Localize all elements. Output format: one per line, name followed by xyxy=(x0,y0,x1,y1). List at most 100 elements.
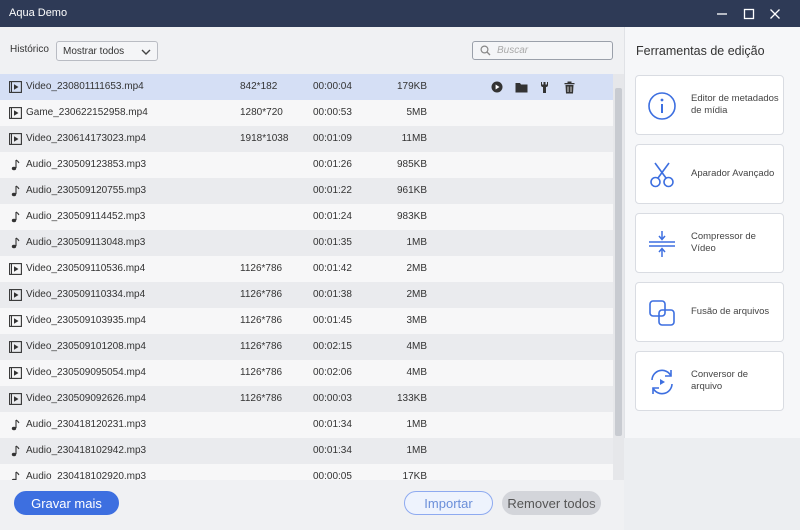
file-duration: 00:00:05 xyxy=(313,471,352,480)
file-resolution: 1126*786 xyxy=(240,341,283,352)
file-duration: 00:01:26 xyxy=(313,159,352,170)
file-list-scrollbar[interactable] xyxy=(613,74,624,480)
file-name: Video_230509101208.mp4 xyxy=(26,341,146,352)
folder-icon[interactable] xyxy=(514,80,528,94)
tools-panel-title: Ferramentas de edição xyxy=(636,44,765,58)
file-name: Video_230509092626.mp4 xyxy=(26,393,146,404)
import-button[interactable]: Importar xyxy=(404,491,493,515)
audio-file-icon xyxy=(9,419,22,431)
video-file-icon xyxy=(9,133,22,145)
file-duration: 00:00:53 xyxy=(313,107,352,118)
file-row[interactable]: Audio_230509114452.mp3 00:01:24 983KB xyxy=(0,204,613,230)
history-filter-value: Mostrar todos xyxy=(63,46,125,57)
file-size: 4MB xyxy=(406,341,427,352)
close-icon[interactable] xyxy=(765,4,785,24)
file-row[interactable]: Game_230622152958.mp4 1280*720 00:00:53 5MB xyxy=(0,100,613,126)
tool-video-compressor[interactable]: Compressor de Vídeo xyxy=(635,213,784,273)
file-row[interactable]: Audio_230509123853.mp3 00:01:26 985KB xyxy=(0,152,613,178)
audio-file-icon xyxy=(9,471,22,480)
file-size: 11MB xyxy=(401,133,427,144)
file-row[interactable]: Audio_230509120755.mp3 00:01:22 961KB xyxy=(0,178,613,204)
file-row[interactable]: Audio_230418120231.mp3 00:01:34 1MB xyxy=(0,412,613,438)
file-row[interactable]: Video_230509103935.mp4 1126*786 00:01:45 3M… xyxy=(0,308,613,334)
file-row[interactable]: Audio_230418102942.mp3 00:01:34 1MB xyxy=(0,438,613,464)
file-duration: 00:01:35 xyxy=(313,237,352,248)
file-row[interactable]: Video_230509092626.mp4 1126*786 00:00:03 13… xyxy=(0,386,613,412)
trash-icon[interactable] xyxy=(562,80,576,94)
video-file-icon xyxy=(9,341,22,353)
video-file-icon xyxy=(9,367,22,379)
video-file-icon xyxy=(9,289,22,301)
file-size: 1MB xyxy=(406,237,427,248)
file-row[interactable]: Video_230509095054.mp4 1126*786 00:02:06 4M… xyxy=(0,360,613,386)
file-name: Audio_230509120755.mp3 xyxy=(26,185,147,196)
file-resolution: 842*182 xyxy=(240,81,278,92)
tool-label: Compressor de Vídeo xyxy=(691,231,756,254)
file-duration: 00:01:24 xyxy=(313,211,352,222)
video-file-icon xyxy=(9,107,22,119)
info-icon xyxy=(647,91,677,121)
file-row[interactable]: Video_230509101208.mp4 1126*786 00:02:15 4M… xyxy=(0,334,613,360)
file-row[interactable]: Audio_230509113048.mp3 00:01:35 1MB xyxy=(0,230,613,256)
play-icon[interactable] xyxy=(490,80,504,94)
file-resolution: 1126*786 xyxy=(240,289,283,300)
file-duration: 00:00:03 xyxy=(313,393,352,404)
bottom-bar: Gravar mais Importar Remover todos xyxy=(0,480,624,530)
file-resolution: 1126*786 xyxy=(240,263,283,274)
file-resolution: 1126*786 xyxy=(240,367,283,378)
file-duration: 00:00:04 xyxy=(313,81,352,92)
video-file-icon xyxy=(9,81,22,93)
file-size: 983KB xyxy=(396,211,427,222)
file-row[interactable]: Video_230801111653.mp4 842*182 00:00:04 179… xyxy=(0,74,613,100)
record-more-button[interactable]: Gravar mais xyxy=(14,491,119,515)
audio-file-icon xyxy=(9,159,22,171)
minimize-icon[interactable] xyxy=(712,4,732,24)
search-input[interactable] xyxy=(497,43,607,58)
history-label: Histórico xyxy=(10,44,49,55)
wrench-icon[interactable] xyxy=(538,80,552,94)
maximize-icon[interactable] xyxy=(739,4,759,24)
file-duration: 00:01:34 xyxy=(313,445,352,456)
video-file-icon xyxy=(9,393,22,405)
file-name: Video_230509110536.mp4 xyxy=(26,263,146,274)
file-name: Video_230509103935.mp4 xyxy=(26,315,146,326)
compress-icon xyxy=(647,229,677,259)
video-file-icon xyxy=(9,263,22,275)
history-filter-select[interactable]: Mostrar todos xyxy=(56,41,158,61)
file-row[interactable]: Audio_230418102920.mp3 00:00:05 17KB xyxy=(0,464,613,480)
audio-file-icon xyxy=(9,185,22,197)
file-duration: 00:01:42 xyxy=(313,263,352,274)
file-duration: 00:01:45 xyxy=(313,315,352,326)
file-resolution: 1126*786 xyxy=(240,393,283,404)
file-row[interactable]: Video_230509110536.mp4 1126*786 00:01:42 2M… xyxy=(0,256,613,282)
row-actions xyxy=(490,80,576,94)
file-duration: 00:01:38 xyxy=(313,289,352,300)
file-row[interactable]: Video_230614173023.mp4 1918*1038 00:01:09 1… xyxy=(0,126,613,152)
audio-file-icon xyxy=(9,211,22,223)
file-duration: 00:02:15 xyxy=(313,341,352,352)
file-name: Audio_230509114452.mp3 xyxy=(26,211,146,222)
video-file-icon xyxy=(9,315,22,327)
search-icon xyxy=(480,45,491,59)
tools-panel: Ferramentas de edição Editor de metadado… xyxy=(624,27,800,530)
file-size: 5MB xyxy=(406,107,427,118)
filter-bar: Histórico Mostrar todos xyxy=(0,27,624,74)
tool-file-converter[interactable]: Conversor de arquivo xyxy=(635,351,784,411)
file-name: Audio_230418102920.mp3 xyxy=(26,471,147,480)
scrollbar-thumb[interactable] xyxy=(615,88,622,436)
tool-label: Fusão de arquivos xyxy=(691,306,770,317)
tool-file-merger[interactable]: Fusão de arquivos xyxy=(635,282,784,342)
audio-file-icon xyxy=(9,237,22,249)
file-size: 985KB xyxy=(396,159,427,170)
file-duration: 00:01:09 xyxy=(313,133,352,144)
file-list: Video_230801111653.mp4 842*182 00:00:04 179… xyxy=(0,74,624,480)
remove-all-button[interactable]: Remover todos xyxy=(502,491,601,515)
file-size: 1MB xyxy=(406,419,427,430)
file-name: Video_230801111653.mp4 xyxy=(26,81,144,92)
search-box[interactable] xyxy=(472,41,613,60)
file-name: Audio_230418120231.mp3 xyxy=(26,419,147,430)
tool-advanced-trimmer[interactable]: Aparador Avançado xyxy=(635,144,784,204)
file-row[interactable]: Video_230509110334.mp4 1126*786 00:01:38 2M… xyxy=(0,282,613,308)
convert-icon xyxy=(647,367,677,397)
tool-metadata-editor[interactable]: Editor de metadados de mídia xyxy=(635,75,784,135)
